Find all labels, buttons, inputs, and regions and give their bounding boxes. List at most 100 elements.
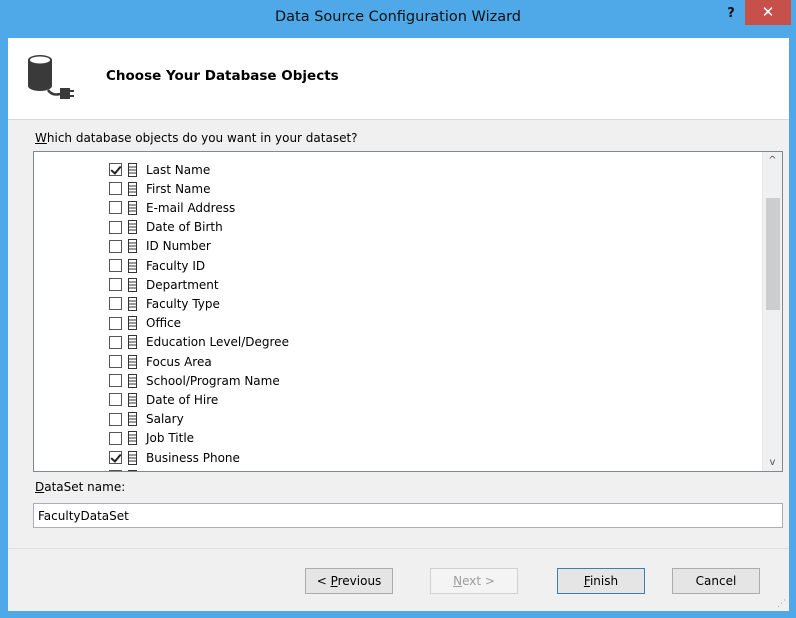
column-item[interactable]: Business Phone (109, 448, 709, 467)
close-button[interactable]: ✕ (745, 0, 791, 25)
column-label: Office (146, 316, 182, 331)
table-column-icon (128, 181, 137, 196)
column-checkbox[interactable] (109, 182, 122, 196)
column-checkbox[interactable] (109, 259, 122, 272)
help-button[interactable]: ? (720, 4, 742, 24)
column-item[interactable]: Focus Area (109, 352, 709, 371)
table-column-icon (128, 258, 137, 273)
column-checkbox[interactable] (109, 393, 122, 407)
column-item[interactable]: E-mail Address (109, 198, 709, 217)
column-item[interactable]: Date of Hire (109, 390, 709, 409)
table-column-icon (128, 469, 137, 471)
table-column-icon (128, 354, 137, 369)
table-column-icon (128, 335, 137, 350)
column-checkbox[interactable] (109, 239, 122, 253)
table-column-icon (128, 220, 137, 235)
dialog-body: Choose Your Database Objects Which datab… (8, 38, 789, 611)
column-label: Date of Hire (146, 392, 219, 407)
column-label: Faculty ID (146, 258, 206, 273)
column-label: Focus Area (146, 354, 212, 369)
objects-prompt: Which database objects do you want in yo… (35, 131, 358, 145)
table-column-icon (128, 450, 137, 465)
vertical-scrollbar[interactable]: ^ v (762, 152, 782, 471)
column-item[interactable]: Last Name (109, 160, 709, 179)
column-label: Date of Birth (146, 220, 223, 235)
dialog-window: Data Source Configuration Wizard ? ✕ Cho… (0, 0, 796, 618)
column-checkbox[interactable] (109, 451, 122, 464)
finish-rest: inish (589, 574, 619, 588)
column-item[interactable]: Job Title (109, 429, 709, 448)
table-column-icon (128, 277, 137, 292)
column-item[interactable]: Office (109, 314, 709, 333)
table-column-icon (128, 392, 137, 407)
table-column-icon (128, 296, 137, 311)
table-column-icon (128, 239, 137, 254)
next-button[interactable]: Next > (430, 568, 518, 594)
resize-grip-icon[interactable]: ⋰ (777, 599, 787, 609)
column-checkbox[interactable] (109, 220, 122, 234)
dataset-label-text: ataSet name: (44, 480, 126, 494)
column-label: Home Phone (146, 470, 222, 471)
objects-prompt-mnemonic: W (35, 131, 47, 145)
table-column-icon (128, 162, 137, 177)
dataset-label-mnemonic: D (35, 480, 45, 494)
dataset-name-label: DataSet name: (35, 480, 125, 494)
dataset-name-input[interactable] (33, 503, 783, 528)
column-checkbox[interactable] (109, 412, 122, 426)
column-item[interactable]: School/Program Name (109, 371, 709, 390)
title-bar[interactable]: Data Source Configuration Wizard ? ✕ (0, 0, 796, 38)
column-item[interactable]: Date of Birth (109, 218, 709, 237)
column-checkbox[interactable] (109, 335, 122, 349)
page-title: Choose Your Database Objects (106, 68, 339, 84)
next-rest: ext > (462, 574, 495, 588)
column-checkbox[interactable] (109, 374, 122, 388)
column-checkbox[interactable] (109, 355, 122, 368)
column-checkbox[interactable] (109, 316, 122, 330)
table-column-icon (128, 316, 137, 331)
finish-button[interactable]: Finish (557, 568, 645, 594)
column-checkbox[interactable] (109, 278, 122, 292)
column-label: Department (146, 277, 219, 292)
column-checkbox[interactable] (109, 470, 122, 471)
cancel-button[interactable]: Cancel (672, 568, 760, 594)
next-mnemonic: N (453, 574, 463, 588)
database-connect-icon (28, 55, 74, 99)
scroll-down-button[interactable]: v (763, 454, 782, 471)
window-title: Data Source Configuration Wizard (274, 9, 522, 25)
column-item[interactable]: Education Level/Degree (109, 333, 709, 352)
scroll-thumb[interactable] (766, 198, 780, 310)
column-label: School/Program Name (146, 373, 280, 388)
column-item[interactable]: Faculty Type (109, 294, 709, 313)
column-label: ID Number (146, 239, 211, 254)
column-label: Education Level/Degree (146, 335, 289, 350)
column-checkbox[interactable] (109, 201, 122, 215)
column-checkbox[interactable] (109, 431, 122, 445)
column-label: E-mail Address (146, 200, 236, 215)
previous-prefix: < (316, 574, 331, 588)
column-label: Job Title (146, 431, 195, 446)
objects-prompt-text: hich database objects do you want in you… (46, 131, 358, 145)
column-label: Salary (146, 412, 184, 427)
column-item[interactable]: Home Phone (109, 467, 709, 471)
scroll-up-button[interactable]: ^ (763, 152, 782, 169)
database-objects-tree[interactable]: Last Name First Name E-mail Address Date of… (33, 151, 783, 472)
wizard-header: Choose Your Database Objects (8, 38, 789, 120)
column-item[interactable]: Faculty ID (109, 256, 709, 275)
table-column-icon (128, 373, 137, 388)
column-item[interactable]: ID Number (109, 237, 709, 256)
column-label: First Name (146, 181, 211, 196)
previous-button[interactable]: < Previous (305, 568, 393, 594)
column-label: Last Name (146, 162, 211, 177)
previous-mnemonic: P (330, 574, 338, 588)
column-item[interactable]: First Name (109, 179, 709, 198)
table-column-icon (128, 200, 137, 215)
column-item[interactable]: Department (109, 275, 709, 294)
column-item[interactable]: Salary (109, 410, 709, 429)
previous-rest: revious (337, 574, 382, 588)
column-checkbox[interactable] (109, 297, 122, 311)
table-column-icon (128, 412, 137, 427)
table-column-icon (128, 431, 137, 446)
column-label: Faculty Type (146, 296, 220, 311)
column-checkbox[interactable] (109, 163, 122, 176)
footer-divider (8, 548, 789, 549)
